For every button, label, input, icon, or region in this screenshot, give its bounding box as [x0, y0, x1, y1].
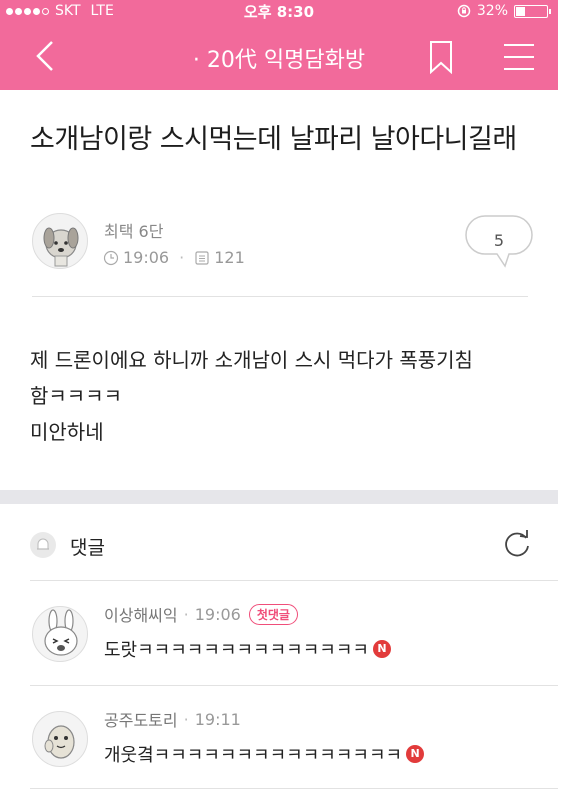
- post-body-line: 미안하네: [30, 420, 104, 444]
- comment-time: 19:11: [194, 709, 241, 729]
- divider: [30, 788, 558, 789]
- comment-text-row: 개웃곀ㅋㅋㅋㅋㅋㅋㅋㅋㅋㅋㅋㅋㅋㅋㅋ N: [104, 741, 425, 767]
- meta-separator: ·: [183, 604, 189, 624]
- post-time: 19:06: [123, 248, 170, 267]
- first-comment-badge: 첫댓글: [248, 603, 298, 625]
- refresh-icon[interactable]: [500, 528, 534, 562]
- post-views: 121: [214, 248, 245, 267]
- comment-author[interactable]: 이상해씨익: [104, 602, 178, 626]
- comment-count: 5: [493, 231, 505, 250]
- post-meta: 19:06 · 121: [103, 248, 245, 267]
- battery-icon: [514, 4, 551, 18]
- commenter-avatar[interactable]: [32, 606, 88, 662]
- meta-separator: ·: [179, 248, 185, 267]
- divider: [30, 580, 558, 581]
- post-body-line: 함ㅋㅋㅋㅋ: [30, 384, 122, 408]
- author-avatar[interactable]: [32, 213, 88, 269]
- comment-author[interactable]: 공주도토리: [104, 707, 178, 731]
- meta-separator: ·: [183, 709, 189, 729]
- section-separator: [0, 490, 558, 504]
- comment-meta: 이상해씨익 · 19:06 첫댓글: [104, 602, 298, 626]
- comment-text-row: 도랏ㅋㅋㅋㅋㅋㅋㅋㅋㅋㅋㅋㅋㅋㅋ N: [104, 636, 391, 662]
- hamburger-menu-icon[interactable]: [502, 42, 536, 72]
- divider: [30, 685, 558, 686]
- character-avatar-icon: [44, 725, 75, 759]
- battery-percent: 32%: [476, 3, 508, 19]
- views-icon: [195, 250, 209, 265]
- nav-bar: · 20代 익명담화방: [0, 22, 558, 90]
- commenter-avatar[interactable]: [32, 711, 88, 767]
- bookmark-icon[interactable]: [428, 40, 454, 74]
- author-name[interactable]: 최택 6단: [104, 218, 163, 242]
- comment-time: 19:06: [194, 604, 241, 624]
- post-body-line: 제 드론이에요 하니까 소개남이 스시 먹다가 폭풍기침: [30, 348, 473, 372]
- comments-header: 댓글: [0, 504, 558, 580]
- comments-label: 댓글: [70, 537, 105, 559]
- post-body: 제 드론이에요 하니까 소개남이 스시 먹다가 폭풍기침 함ㅋㅋㅋㅋ 미안하네: [30, 342, 540, 450]
- comment-item: 이상해씨익 · 19:06 첫댓글 도랏ㅋㅋㅋㅋㅋㅋㅋㅋㅋㅋㅋㅋㅋㅋ N: [0, 582, 558, 682]
- dog-avatar-icon: [43, 227, 79, 267]
- comment-count-button[interactable]: 5: [465, 214, 533, 272]
- comment-item: 공주도토리 · 19:11 개웃곀ㅋㅋㅋㅋㅋㅋㅋㅋㅋㅋㅋㅋㅋㅋㅋ N: [0, 687, 558, 787]
- app-header: SKT LTE 오후 8:30 32% · 20代 익명담화방: [0, 0, 558, 90]
- status-right: 32%: [457, 3, 551, 19]
- rotation-lock-icon: [457, 4, 471, 18]
- new-badge: N: [406, 745, 425, 763]
- comment-text: 개웃곀ㅋㅋㅋㅋㅋㅋㅋㅋㅋㅋㅋㅋㅋㅋㅋ: [104, 745, 403, 766]
- battery-fill: [516, 6, 525, 16]
- status-bar: SKT LTE 오후 8:30 32%: [0, 0, 558, 22]
- comment-meta: 공주도토리 · 19:11: [104, 707, 241, 731]
- post-title: 소개남이랑 스시먹는데 날파리 날아다니길래: [30, 124, 517, 155]
- comment-text: 도랏ㅋㅋㅋㅋㅋㅋㅋㅋㅋㅋㅋㅋㅋㅋ: [104, 640, 369, 661]
- new-badge: N: [372, 640, 391, 658]
- bell-icon: [30, 532, 56, 558]
- rabbit-avatar-icon: [44, 609, 78, 656]
- divider: [32, 296, 528, 297]
- board-title: · 20代 익명담화방: [192, 48, 366, 73]
- clock-icon: [103, 250, 119, 265]
